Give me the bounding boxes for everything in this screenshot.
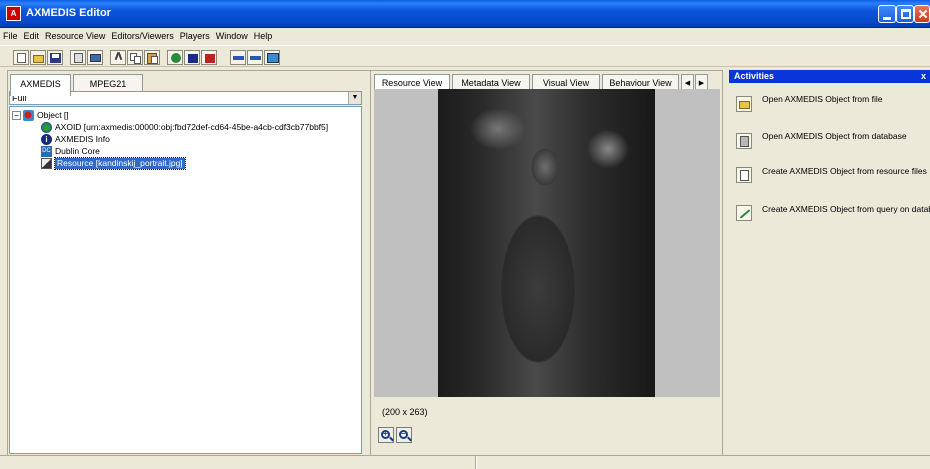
- tree-item-resource[interactable]: Resource [kandinskij_portrait.jpg]: [54, 157, 186, 170]
- copy-icon[interactable]: [127, 50, 143, 65]
- activity-create-from-resources[interactable]: Create AXMEDIS Object from resource file…: [762, 166, 927, 176]
- activities-panel: [727, 70, 930, 456]
- object-icon: [23, 110, 34, 121]
- close-button[interactable]: [914, 5, 930, 23]
- menu-players[interactable]: Players: [177, 28, 213, 44]
- dublin-core-icon: DC: [41, 146, 52, 157]
- chevron-down-icon[interactable]: ▼: [348, 92, 361, 104]
- image-resource-icon: [41, 158, 52, 169]
- cut-icon[interactable]: [110, 50, 126, 65]
- tree-item-axoid[interactable]: AXOID [urn:axmedis:00000:obj:fbd72def-cd…: [55, 122, 328, 133]
- remove-tool-icon[interactable]: [201, 50, 217, 65]
- info-icon: i: [41, 134, 52, 145]
- activity-create-from-query[interactable]: Create AXMEDIS Object from query on data…: [762, 204, 930, 214]
- toolbar: [0, 45, 930, 67]
- database-icon[interactable]: [736, 133, 752, 149]
- view-icon[interactable]: [87, 50, 103, 65]
- zoom-out-icon[interactable]: −: [396, 427, 412, 443]
- minimize-button[interactable]: [878, 5, 896, 23]
- back-arrow-icon[interactable]: [230, 50, 246, 65]
- open-folder-icon[interactable]: [30, 50, 46, 65]
- menu-edit[interactable]: Edit: [21, 28, 43, 44]
- menu-window[interactable]: Window: [213, 28, 251, 44]
- forward-arrow-icon[interactable]: [247, 50, 263, 65]
- new-icon[interactable]: [13, 50, 29, 65]
- menu-file[interactable]: File: [0, 28, 21, 44]
- menu-resource-view[interactable]: Resource View: [42, 28, 108, 44]
- open-folder-icon[interactable]: [736, 96, 752, 112]
- zoom-in-icon[interactable]: +: [378, 427, 394, 443]
- query-wand-icon[interactable]: [736, 205, 752, 221]
- save-icon[interactable]: [47, 50, 63, 65]
- create-from-files-icon[interactable]: [736, 167, 752, 183]
- status-separator: [475, 456, 477, 469]
- tree-root-object[interactable]: Object []: [37, 110, 69, 121]
- image-size-label: (200 x 263): [382, 407, 428, 417]
- tab-axmedis[interactable]: AXMEDIS: [10, 74, 71, 96]
- activities-title: Activities: [729, 70, 930, 83]
- tools-icon[interactable]: [184, 50, 200, 65]
- maximize-button[interactable]: [896, 5, 914, 23]
- status-bar: [0, 455, 930, 469]
- object-tree[interactable]: − Object [] AXOID [urn:axmedis:00000:obj…: [9, 106, 362, 454]
- activities-close-icon[interactable]: x: [921, 70, 930, 83]
- tree-item-dublin-core[interactable]: Dublin Core: [55, 146, 100, 157]
- resource-image: [438, 89, 655, 397]
- title-bar: [0, 0, 930, 28]
- paste-icon[interactable]: [144, 50, 160, 65]
- window-title: AXMEDIS Editor: [26, 7, 111, 19]
- properties-icon[interactable]: [70, 50, 86, 65]
- menu-bar: File Edit Resource View Editors/Viewers Play…: [0, 28, 930, 44]
- activity-open-from-file[interactable]: Open AXMEDIS Object from file: [762, 94, 882, 104]
- menu-help[interactable]: Help: [251, 28, 276, 44]
- window-layout-icon[interactable]: [264, 50, 280, 65]
- globe-icon: [41, 122, 52, 133]
- collapse-toggle-icon[interactable]: −: [12, 111, 21, 120]
- tree-item-axmedis-info[interactable]: AXMEDIS Info: [55, 134, 110, 145]
- activity-open-from-database[interactable]: Open AXMEDIS Object from database: [762, 131, 907, 141]
- menu-editors-viewers[interactable]: Editors/Viewers: [108, 28, 176, 44]
- protect-icon[interactable]: [167, 50, 183, 65]
- app-logo-icon: A: [6, 6, 21, 21]
